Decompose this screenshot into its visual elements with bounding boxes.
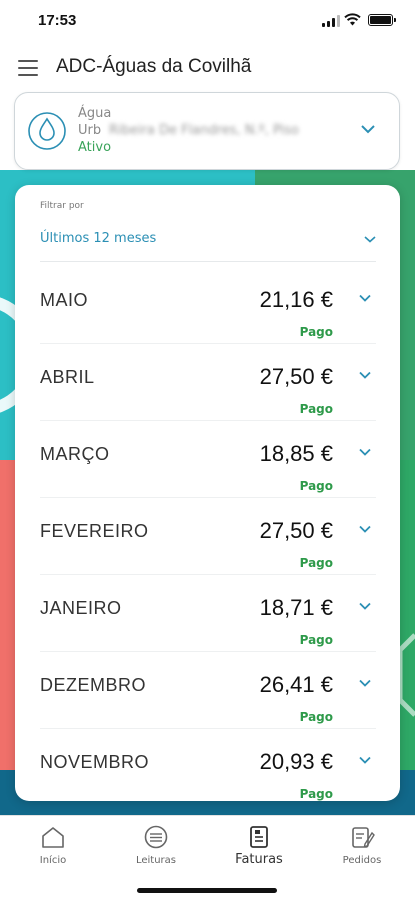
chevron-down-icon[interactable]: [358, 293, 372, 303]
invoice-status: Pago: [299, 325, 333, 339]
chevron-down-icon: [361, 125, 375, 134]
invoice-month: ABRIL: [40, 367, 95, 387]
chevron-down-icon: [364, 236, 376, 243]
page-title: ADC-Águas da Covilhã: [56, 56, 252, 77]
invoice-icon: [250, 826, 268, 848]
nav-item-pedidos[interactable]: Pedidos: [312, 824, 412, 879]
invoice-row[interactable]: MARÇO 18,85 € Pago: [40, 421, 376, 498]
nav-item-leituras[interactable]: Leituras: [106, 824, 206, 879]
invoice-month: JANEIRO: [40, 598, 122, 618]
invoice-amount: 21,16 €: [259, 287, 333, 312]
chevron-down-icon[interactable]: [358, 601, 372, 611]
chevron-down-icon[interactable]: [358, 370, 372, 380]
period-filter-select[interactable]: Últimos 12 meses: [40, 221, 376, 255]
invoice-month: FEVEREIRO: [40, 521, 149, 541]
status-time: 17:53: [38, 12, 77, 29]
invoice-row[interactable]: DEZEMBRO 26,41 € Pago: [40, 652, 376, 729]
account-type: Água: [78, 106, 112, 121]
invoice-month: MARÇO: [40, 444, 110, 464]
nav-label: Pedidos: [342, 855, 382, 866]
chevron-down-icon[interactable]: [358, 755, 372, 765]
bottom-nav: Início Leituras Faturas Pedidos: [0, 815, 415, 900]
nav-item-faturas[interactable]: Faturas: [209, 824, 309, 879]
divider: [40, 261, 376, 262]
meter-icon: [144, 825, 168, 849]
filter-label: Filtrar por: [40, 201, 84, 211]
chevron-down-icon[interactable]: [358, 524, 372, 534]
invoice-row[interactable]: ABRIL 27,50 € Pago: [40, 344, 376, 421]
invoices-panel: Filtrar por Últimos 12 meses MAIO 21,16 …: [15, 185, 400, 801]
invoice-amount: 27,50 €: [259, 518, 333, 543]
signal-icon: [322, 15, 340, 27]
home-indicator: [137, 888, 277, 893]
invoice-status: Pago: [299, 787, 333, 801]
invoice-amount: 18,85 €: [259, 441, 333, 466]
invoice-month: NOVEMBRO: [40, 752, 150, 772]
status-bar: 17:53: [0, 0, 415, 44]
nav-label: Faturas: [235, 852, 283, 867]
account-selector[interactable]: Água Urb Ribeira De Flandres, N.º, Piso …: [14, 92, 400, 170]
invoice-row[interactable]: MAIO 21,16 € Pago: [40, 267, 376, 344]
invoice-status: Pago: [299, 479, 333, 493]
account-status: Ativo: [78, 140, 112, 155]
nav-item-inicio[interactable]: Início: [3, 824, 103, 879]
home-icon: [42, 827, 64, 848]
chevron-down-icon[interactable]: [358, 447, 372, 457]
nav-label: Início: [39, 855, 67, 866]
account-address-label: Urb: [78, 123, 102, 138]
request-icon: [352, 827, 375, 848]
account-address: Ribeira De Flandres, N.º, Piso: [109, 123, 299, 138]
invoice-status: Pago: [299, 633, 333, 647]
invoice-status: Pago: [299, 556, 333, 570]
invoice-status: Pago: [299, 710, 333, 724]
invoice-month: MAIO: [40, 290, 89, 310]
invoice-amount: 18,71 €: [259, 595, 333, 620]
invoice-amount: 20,93 €: [259, 749, 333, 774]
app-header: ADC-Águas da Covilhã: [0, 44, 415, 92]
water-drop-icon: [28, 112, 66, 150]
invoice-row[interactable]: NOVEMBRO 20,93 € Pago: [40, 729, 376, 801]
wifi-icon: [344, 13, 361, 26]
chevron-down-icon[interactable]: [358, 678, 372, 688]
filter-value: Últimos 12 meses: [40, 231, 157, 246]
invoice-month: DEZEMBRO: [40, 675, 147, 695]
menu-icon[interactable]: [18, 59, 38, 77]
invoice-amount: 27,50 €: [259, 364, 333, 389]
nav-label: Leituras: [135, 855, 177, 866]
invoice-row[interactable]: FEVEREIRO 27,50 € Pago: [40, 498, 376, 575]
invoice-amount: 26,41 €: [259, 672, 333, 697]
invoice-status: Pago: [299, 402, 333, 416]
invoice-row[interactable]: JANEIRO 18,71 € Pago: [40, 575, 376, 652]
battery-icon: [368, 14, 396, 26]
